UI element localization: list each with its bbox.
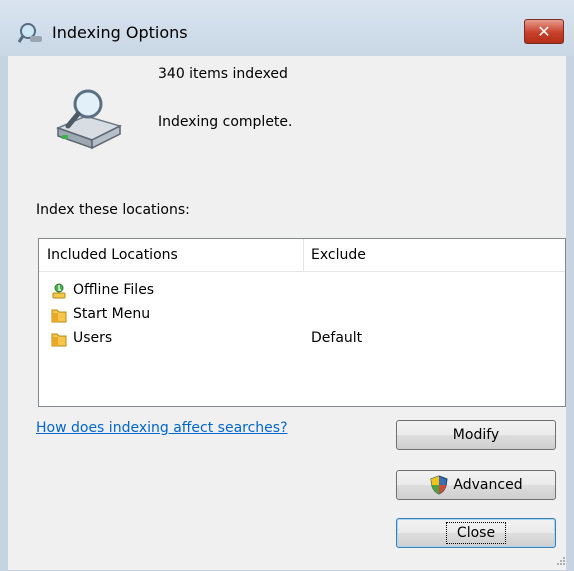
indexing-options-icon bbox=[18, 23, 42, 43]
location-name: Users bbox=[73, 330, 113, 346]
title-bar[interactable]: Indexing Options ✕ bbox=[0, 0, 574, 56]
close-button-label: Close bbox=[445, 522, 507, 544]
indexing-status: Indexing complete. bbox=[158, 114, 293, 130]
locations-list[interactable]: Included Locations Exclude Offline Files… bbox=[38, 238, 566, 407]
modify-button[interactable]: Modify bbox=[396, 420, 556, 450]
close-window-button[interactable]: ✕ bbox=[524, 19, 564, 44]
offline-files-icon bbox=[52, 283, 66, 299]
window-title: Indexing Options bbox=[52, 23, 188, 42]
advanced-button-label: Advanced bbox=[453, 477, 523, 493]
location-name: Offline Files bbox=[73, 282, 155, 298]
location-exclude: Default bbox=[311, 330, 363, 346]
column-header-exclude[interactable]: Exclude bbox=[311, 247, 366, 263]
close-icon: ✕ bbox=[537, 22, 551, 41]
indexing-help-link[interactable]: How does indexing affect searches? bbox=[36, 420, 288, 436]
column-header-included[interactable]: Included Locations bbox=[47, 247, 178, 263]
column-divider[interactable] bbox=[303, 239, 304, 271]
advanced-button[interactable]: Advanced bbox=[396, 470, 556, 500]
items-indexed-count: 340 items indexed bbox=[158, 66, 288, 82]
indexing-drive-icon bbox=[55, 89, 123, 150]
locations-label: Index these locations: bbox=[36, 202, 190, 218]
folder-icon bbox=[51, 309, 67, 323]
list-item[interactable]: Offline Files bbox=[39, 279, 565, 303]
list-item[interactable]: Users Default bbox=[39, 327, 565, 351]
list-item[interactable]: Start Menu bbox=[39, 303, 565, 327]
folder-icon bbox=[51, 333, 67, 347]
dialog-body: 340 items indexed Indexing complete. Ind… bbox=[8, 56, 566, 570]
close-button[interactable]: Close bbox=[396, 518, 556, 548]
location-name: Start Menu bbox=[73, 306, 151, 322]
list-header: Included Locations Exclude bbox=[39, 239, 565, 272]
resize-grip-icon[interactable] bbox=[556, 556, 566, 566]
uac-shield-icon bbox=[430, 475, 448, 495]
modify-button-label: Modify bbox=[452, 427, 500, 443]
